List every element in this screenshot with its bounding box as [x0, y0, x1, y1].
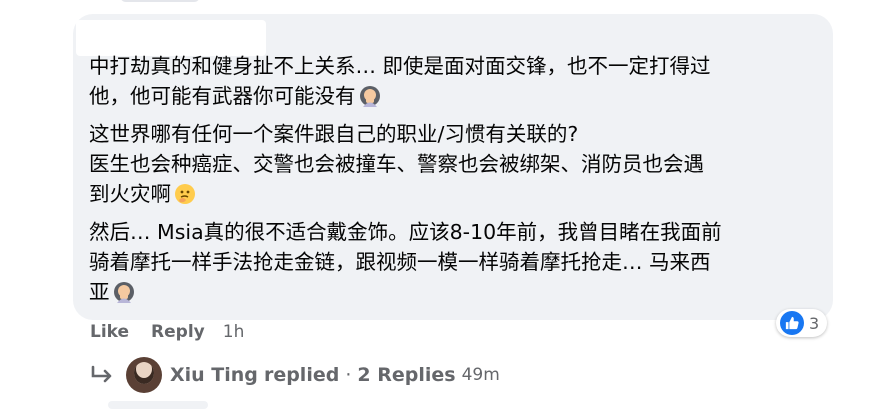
avatar[interactable]	[126, 357, 162, 393]
reply-time: 49m	[461, 365, 500, 385]
view-replies-link[interactable]: Xiu Ting replied · 2 Replies 49m	[90, 355, 500, 395]
thinking-face-emoji-icon	[174, 183, 196, 205]
like-icon	[780, 311, 804, 335]
comment-paragraph-3: 然后… Msia真的很不适合戴金饰。应该8-10年前，我曾目睹在我面前 骑着摩托…	[89, 220, 722, 304]
comment-timestamp[interactable]: 1h	[223, 322, 245, 342]
reply-button[interactable]: Reply	[151, 322, 205, 342]
comment-actions: Like Reply 1h	[90, 322, 244, 342]
separator: ·	[345, 364, 352, 386]
comment-paragraph-2: 这世界哪有任何一个案件跟自己的职业/习惯有关联的? 医生也会种癌症、交警也会被撞…	[89, 122, 704, 206]
woman-facepalming-emoji-icon	[359, 85, 381, 107]
reply-arrow-icon	[91, 365, 112, 383]
reaction-count: 3	[809, 313, 820, 333]
previous-comment-clip	[0, 0, 870, 6]
like-button[interactable]: Like	[90, 322, 129, 342]
replies-count[interactable]: 2 Replies	[357, 364, 455, 386]
reaction-summary[interactable]: 3	[776, 309, 828, 337]
comment-text: 中打劫真的和健身扯不上关系… 即使是面对面交锋，也不一定打得过 他，他可能有武器…	[89, 51, 819, 315]
comment-bubble: 中打劫真的和健身扯不上关系… 即使是面对面交锋，也不一定打得过 他，他可能有武器…	[73, 14, 833, 320]
comment-paragraph-1: 中打劫真的和健身扯不上关系… 即使是面对面交锋，也不一定打得过 他，他可能有武器…	[89, 54, 711, 108]
woman-facepalming-emoji-icon	[113, 281, 135, 303]
replier-name[interactable]: Xiu Ting	[170, 364, 258, 386]
replied-verb: replied	[263, 364, 340, 386]
next-element-clip	[108, 401, 208, 409]
